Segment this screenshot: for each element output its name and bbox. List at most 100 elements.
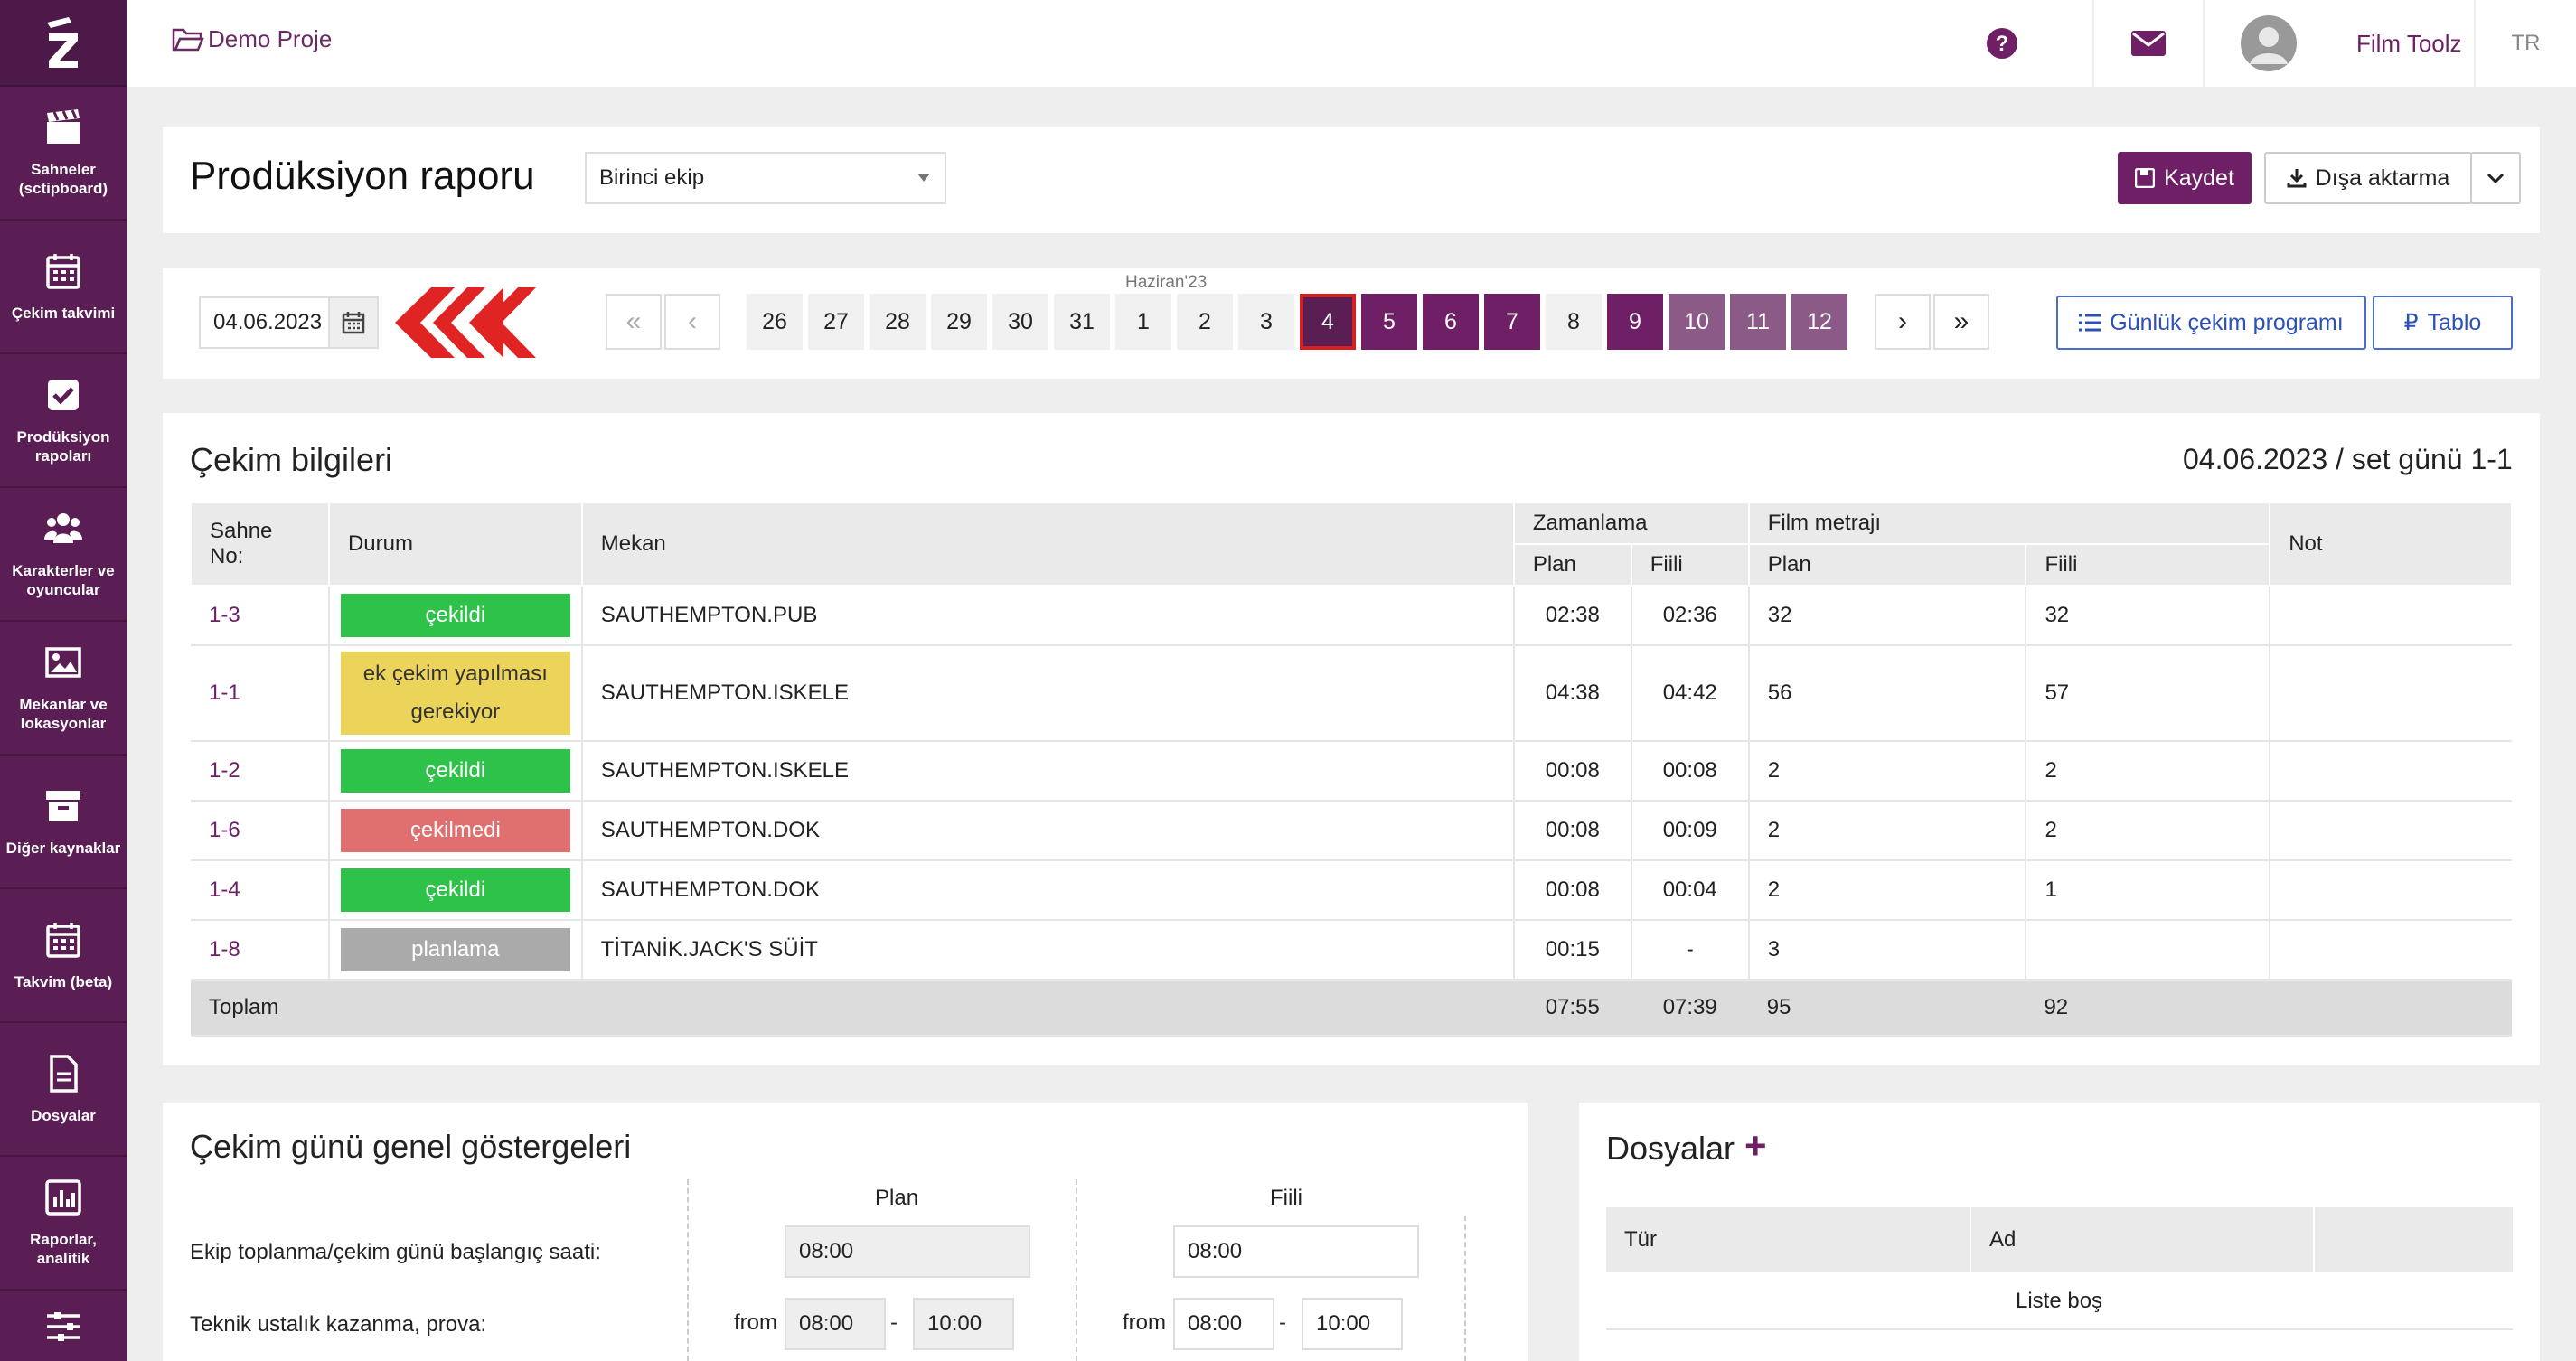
last-page-button[interactable]: » <box>1933 294 1989 350</box>
col-location: Mekan <box>580 502 1515 587</box>
sidebar-item-5[interactable]: Mekanlar ve lokasyonlar <box>0 622 127 756</box>
scene-link[interactable]: 1-1 <box>191 645 330 742</box>
calendar-button[interactable] <box>328 296 379 349</box>
rehearsal-actual-to-input[interactable]: 10:00 <box>1302 1298 1403 1350</box>
save-button[interactable]: Kaydet <box>2118 152 2252 204</box>
day-button[interactable]: 8 <box>1546 294 1602 350</box>
next-page-button[interactable]: › <box>1875 294 1931 350</box>
rehearsal-plan-from-input[interactable]: 08:00 <box>785 1298 886 1350</box>
crew-start-plan-input[interactable]: 08:00 <box>785 1225 1030 1278</box>
scene-link[interactable]: 1-6 <box>191 801 330 861</box>
day-button[interactable]: 4 <box>1300 294 1356 350</box>
users-icon <box>44 513 82 543</box>
date-input[interactable]: 04.06.2023 <box>199 296 330 349</box>
project-name: Demo Proje <box>208 25 333 52</box>
day-button[interactable]: 5 <box>1361 294 1417 350</box>
sidebar-item-2[interactable]: Çekim takvimi <box>0 221 127 354</box>
total-film-plan: 95 <box>1748 980 2026 1037</box>
indicators-plan-header: Plan <box>875 1186 919 1210</box>
film-plan-cell: 2 <box>1748 741 2027 802</box>
film-plan-cell: 32 <box>1748 586 2027 646</box>
sidebar-item-9[interactable]: Raporlar, analitik <box>0 1157 127 1291</box>
note-cell[interactable] <box>2270 920 2512 981</box>
day-button[interactable]: 29 <box>931 294 987 350</box>
user-menu[interactable]: Film Toolz <box>2203 0 2474 87</box>
location-cell: SAUTHEMPTON.ISKELE <box>581 645 1515 742</box>
back-arrows-icon[interactable] <box>395 287 540 358</box>
logo-icon <box>47 17 78 68</box>
table-row[interactable]: 1-2 çekildi SAUTHEMPTON.ISKELE 00:08 00:08 2 2 <box>191 741 2512 802</box>
day-button[interactable]: 30 <box>992 294 1048 350</box>
scene-link[interactable]: 1-3 <box>191 586 330 646</box>
day-button[interactable]: 12 <box>1791 294 1847 350</box>
timing-actual-cell: - <box>1631 920 1750 981</box>
export-button[interactable]: Dışa aktarma <box>2264 152 2472 204</box>
help-button[interactable]: ? <box>1966 0 2038 87</box>
chevron-down-icon <box>2487 173 2505 183</box>
crew-select[interactable]: Birinci ekip <box>585 152 946 204</box>
rehearsal-label: Teknik ustalık kazanma, prova: <box>190 1312 487 1337</box>
sidebar-item-6[interactable]: Diğer kaynaklar <box>0 756 127 889</box>
sidebar-item-10[interactable] <box>0 1291 127 1361</box>
export-dropdown-toggle[interactable] <box>2470 152 2521 204</box>
sidebar-item-1[interactable]: Sahneler (sctipboard) <box>0 87 127 221</box>
table-row[interactable]: 1-3 çekildi SAUTHEMPTON.PUB 02:38 02:36 32 32 <box>191 586 2512 646</box>
sidebar-item-3[interactable]: Prodüksiyon rapoları <box>0 354 127 488</box>
messages-button[interactable] <box>2092 0 2203 87</box>
note-cell[interactable] <box>2270 801 2512 861</box>
table-view-button[interactable]: ₽ Tablo <box>2373 296 2513 350</box>
prev-page-button[interactable]: ‹ <box>664 294 720 350</box>
rehearsal-actual-from-input[interactable]: 08:00 <box>1173 1298 1274 1350</box>
scene-link[interactable]: 1-8 <box>191 920 330 981</box>
col-scene: Sahne No: <box>190 502 330 587</box>
archive-icon <box>46 790 80 821</box>
sidebar-item-8[interactable]: Dosyalar <box>0 1023 127 1157</box>
note-cell[interactable] <box>2270 586 2512 646</box>
scene-link[interactable]: 1-2 <box>191 741 330 802</box>
table-row[interactable]: 1-1 ek çekim yapılması gerekiyor SAUTHEMPT… <box>191 645 2512 742</box>
day-button[interactable]: 9 <box>1607 294 1663 350</box>
sidebar-item-7[interactable]: Takvim (beta) <box>0 889 127 1023</box>
note-cell[interactable] <box>2270 645 2512 742</box>
daily-schedule-button[interactable]: Günlük çekim programı <box>2056 296 2366 350</box>
language-switch[interactable]: TR <box>2474 0 2576 87</box>
status-badge: çekilmedi <box>340 809 570 852</box>
day-button[interactable]: 26 <box>747 294 803 350</box>
film-plan-cell: 2 <box>1748 801 2027 861</box>
note-cell[interactable] <box>2270 860 2512 921</box>
check-square-icon <box>48 380 79 410</box>
scene-link[interactable]: 1-4 <box>191 860 330 921</box>
caret-down-icon <box>917 174 930 182</box>
day-button[interactable]: 6 <box>1423 294 1479 350</box>
day-button[interactable]: 27 <box>808 294 864 350</box>
table-row[interactable]: 1-6 çekilmedi SAUTHEMPTON.DOK 00:08 00:09 2 2 <box>191 801 2512 861</box>
crew-start-actual-input[interactable]: 08:00 <box>1173 1225 1419 1278</box>
day-button[interactable]: 1 <box>1115 294 1171 350</box>
folder-open-icon <box>172 28 204 51</box>
first-page-button[interactable]: « <box>606 294 662 350</box>
table-row[interactable]: 1-8 planlama TİTANİK.JACK'S SÜİT 00:15-3 <box>191 920 2512 981</box>
sidebar-item-4[interactable]: Karakterler ve oyuncular <box>0 488 127 622</box>
location-cell: SAUTHEMPTON.DOK <box>581 860 1515 921</box>
app-logo[interactable] <box>0 0 127 87</box>
add-file-button[interactable]: + <box>1744 1124 1767 1168</box>
day-button[interactable]: 2 <box>1177 294 1233 350</box>
col-status: Durum <box>327 502 583 587</box>
note-cell[interactable] <box>2270 741 2512 802</box>
day-button[interactable]: 11 <box>1730 294 1786 350</box>
day-button[interactable]: 7 <box>1484 294 1540 350</box>
status-cell: çekildi <box>328 586 583 646</box>
location-cell: SAUTHEMPTON.DOK <box>581 801 1515 861</box>
total-row: Toplam 07:55 07:39 95 92 <box>191 980 2512 1037</box>
rehearsal-plan-to-input[interactable]: 10:00 <box>913 1298 1014 1350</box>
timing-actual-cell: 02:36 <box>1631 586 1750 646</box>
day-button[interactable]: 28 <box>870 294 926 350</box>
day-button[interactable]: 3 <box>1238 294 1294 350</box>
table-row[interactable]: 1-4 çekildi SAUTHEMPTON.DOK 00:08 00:04 2 1 <box>191 860 2512 921</box>
breadcrumb[interactable]: Demo Proje <box>172 25 332 53</box>
day-button[interactable]: 10 <box>1669 294 1725 350</box>
day-button[interactable]: 31 <box>1054 294 1110 350</box>
status-badge: planlama <box>340 928 570 971</box>
currency-icon: ₽ <box>2403 310 2419 335</box>
location-cell: SAUTHEMPTON.ISKELE <box>581 741 1515 802</box>
